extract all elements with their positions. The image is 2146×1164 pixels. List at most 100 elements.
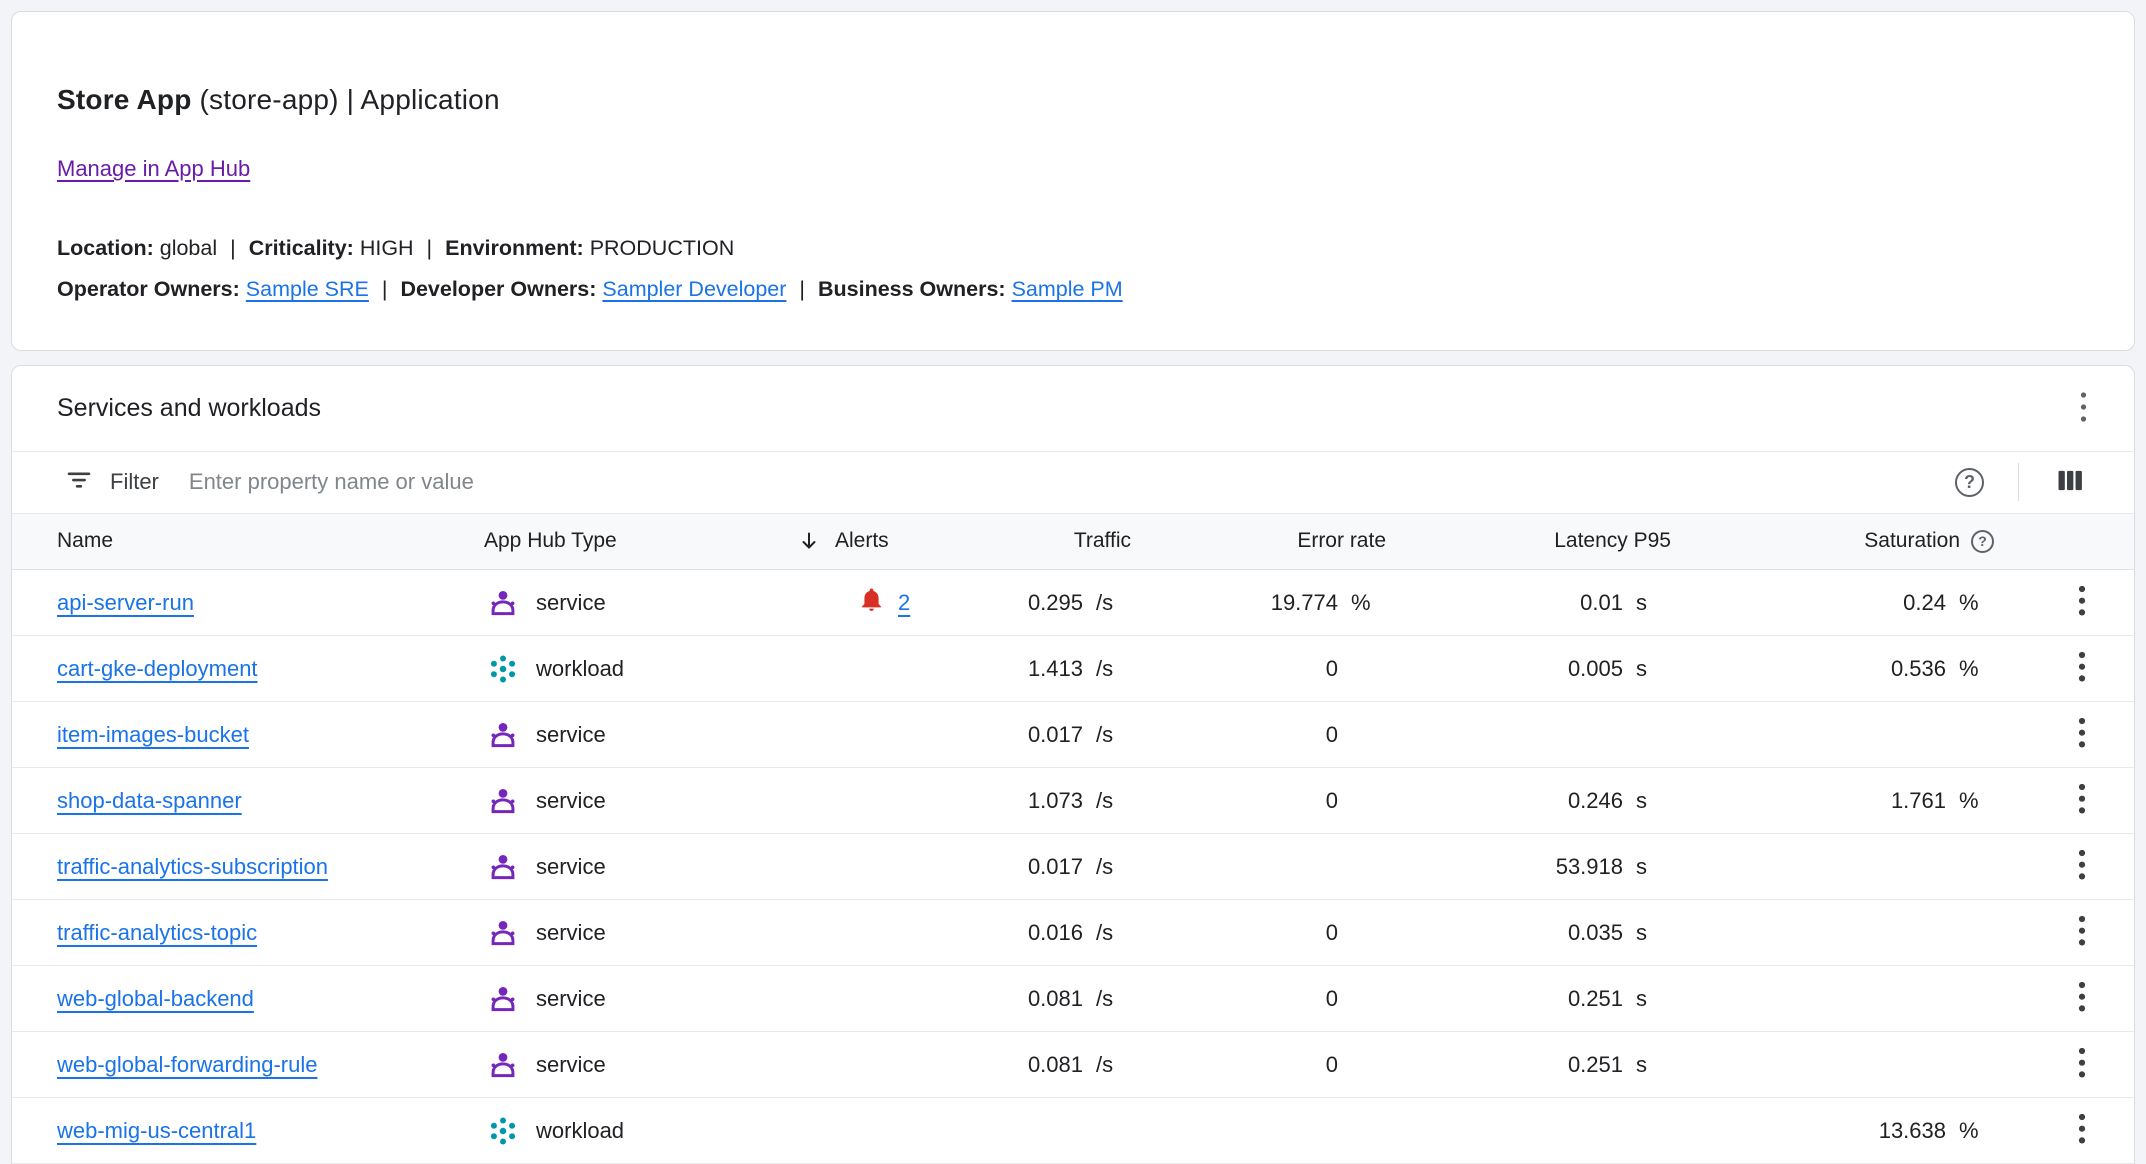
row-menu-button[interactable] (2066, 973, 2098, 1024)
alerts-cell (782, 900, 1007, 965)
row-name-link[interactable]: web-global-forwarding-rule (57, 1052, 317, 1078)
row-actions-cell (2000, 966, 2134, 1031)
error-rate-value: 0 (1326, 788, 1338, 814)
row-menu-button[interactable] (2066, 907, 2098, 958)
row-actions-cell (2000, 834, 2134, 899)
error-rate-cell: 19.774 % (1137, 570, 1392, 635)
row-actions-cell (2000, 702, 2134, 767)
row-menu-button[interactable] (2066, 841, 2098, 892)
latency-p95-unit: s (1623, 920, 1671, 946)
app-hub-type-label: service (536, 920, 606, 946)
column-header-app-hub-type[interactable]: App Hub Type (482, 514, 782, 569)
column-header-error-rate[interactable]: Error rate (1137, 514, 1392, 569)
error-rate-unit: % (1338, 590, 1386, 616)
error-rate-cell: 0 (1137, 900, 1392, 965)
app-title-suffix: (store-app) | Application (192, 84, 500, 115)
traffic-unit: /s (1083, 920, 1131, 946)
column-header-traffic[interactable]: Traffic (1007, 514, 1137, 569)
filter-help-button[interactable]: ? (1947, 460, 1992, 505)
business-owner-link[interactable]: Sample PM (1012, 277, 1123, 301)
traffic-unit: /s (1083, 986, 1131, 1012)
alert-count-link[interactable]: 2 (898, 590, 910, 616)
traffic-value: 0.081 (1028, 1052, 1083, 1078)
row-name-link[interactable]: traffic-analytics-subscription (57, 854, 328, 880)
saturation-unit: % (1946, 1118, 1994, 1144)
error-rate-value: 19.774 (1271, 590, 1338, 616)
name-cell: traffic-analytics-subscription (12, 834, 482, 899)
operator-owner-link[interactable]: Sample SRE (246, 277, 369, 301)
more-vert-icon (2079, 390, 2088, 427)
app-hub-type-label: service (536, 854, 606, 880)
alerts-cell: 2 (782, 570, 1007, 635)
traffic-value: 1.413 (1028, 656, 1083, 682)
manage-in-app-hub-link[interactable]: Manage in App Hub (57, 156, 250, 181)
row-menu-button[interactable] (2066, 1105, 2098, 1156)
table-row: api-server-run service 2 0.295 /s 19.774… (12, 570, 2134, 636)
developer-owner-link[interactable]: Sampler Developer (602, 277, 786, 301)
latency-p95-cell: 0.251 s (1392, 966, 1677, 1031)
latency-p95-unit: s (1623, 986, 1671, 1012)
more-vert-icon (2076, 739, 2088, 754)
traffic-cell: 0.295 /s (1007, 570, 1137, 635)
panel-menu-button[interactable] (2071, 382, 2096, 435)
row-actions-cell (2000, 900, 2134, 965)
row-name-link[interactable]: cart-gke-deployment (57, 656, 258, 682)
separator: | (799, 277, 805, 301)
panel-title: Services and workloads (57, 394, 321, 423)
column-header-name[interactable]: Name (12, 514, 482, 569)
row-menu-button[interactable] (2066, 775, 2098, 826)
column-header-latency-p95[interactable]: Latency P95 (1392, 514, 1677, 569)
saturation-cell: 0.536 % (1677, 636, 2000, 701)
more-vert-icon (2076, 1135, 2088, 1150)
traffic-value: 0.295 (1028, 590, 1083, 616)
row-name-link[interactable]: shop-data-spanner (57, 788, 242, 814)
row-name-link[interactable]: web-global-backend (57, 986, 254, 1012)
traffic-unit: /s (1083, 788, 1131, 814)
error-rate-value: 0 (1326, 986, 1338, 1012)
row-name-link[interactable]: item-images-bucket (57, 722, 249, 748)
table-row: cart-gke-deployment workload 1.413 /s 0 (12, 636, 2134, 702)
row-menu-button[interactable] (2066, 709, 2098, 760)
row-actions-cell (2000, 768, 2134, 833)
saturation-value: 0.536 (1891, 656, 1946, 682)
row-menu-button[interactable] (2066, 1039, 2098, 1090)
separator: | (382, 277, 388, 301)
saturation-unit: % (1946, 656, 1994, 682)
row-menu-button[interactable] (2066, 577, 2098, 628)
column-header-row-actions (2000, 514, 2134, 569)
column-header-alerts[interactable]: Alerts (782, 514, 1007, 569)
row-actions-cell (2000, 1098, 2134, 1163)
panel-header: Services and workloads (12, 366, 2134, 452)
error-rate-value: 0 (1326, 656, 1338, 682)
traffic-unit: /s (1083, 656, 1131, 682)
saturation-cell (1677, 900, 2000, 965)
table-row: shop-data-spanner service 1.073 /s 0 (12, 768, 2134, 834)
row-name-link[interactable]: api-server-run (57, 590, 194, 616)
latency-p95-cell (1392, 1098, 1677, 1163)
alerts-cell (782, 834, 1007, 899)
alert-bell-icon (858, 586, 885, 619)
row-menu-button[interactable] (2066, 643, 2098, 694)
latency-p95-value: 53.918 (1556, 854, 1623, 880)
service-icon (486, 718, 520, 752)
column-header-saturation[interactable]: Saturation ? (1677, 514, 2000, 569)
column-display-button[interactable] (2045, 456, 2094, 508)
latency-p95-cell (1392, 702, 1677, 767)
latency-p95-cell: 0.035 s (1392, 900, 1677, 965)
row-name-link[interactable]: web-mig-us-central1 (57, 1118, 256, 1144)
saturation-help-icon[interactable]: ? (1971, 530, 1994, 553)
table-row: web-global-backend service 0.081 /s 0 (12, 966, 2134, 1032)
column-header-alerts-label: Alerts (835, 529, 889, 553)
row-actions-cell (2000, 1032, 2134, 1097)
error-rate-cell: 0 (1137, 966, 1392, 1031)
operator-owners-label: Operator Owners: (57, 277, 240, 301)
saturation-value: 13.638 (1879, 1118, 1946, 1144)
filter-input[interactable] (187, 468, 1947, 496)
row-name-link[interactable]: traffic-analytics-topic (57, 920, 257, 946)
service-icon (486, 586, 520, 620)
traffic-value: 0.017 (1028, 854, 1083, 880)
traffic-unit: /s (1083, 1052, 1131, 1078)
application-header-card: Store App (store-app) | Application Mana… (11, 11, 2135, 351)
error-rate-cell: 0 (1137, 768, 1392, 833)
table-body: api-server-run service 2 0.295 /s 19.774… (12, 570, 2134, 1164)
